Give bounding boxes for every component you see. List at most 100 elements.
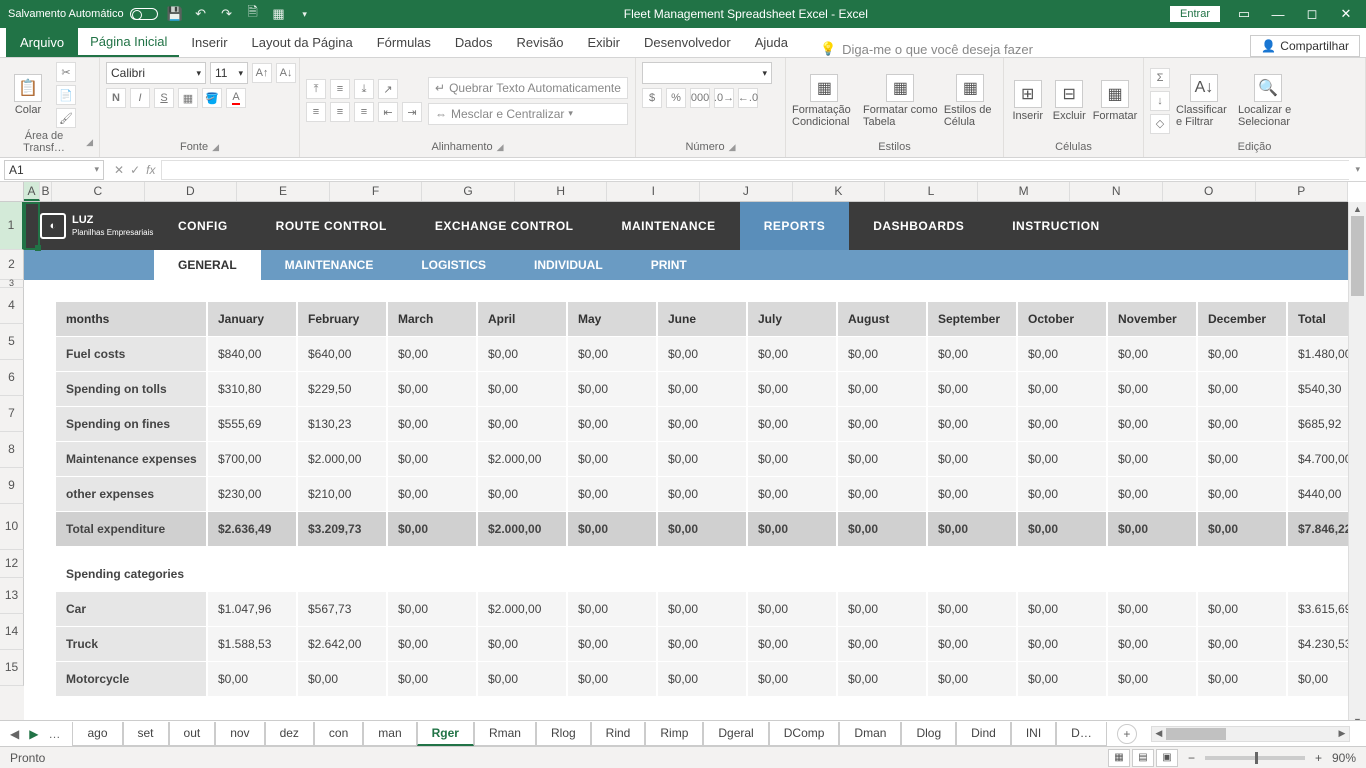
cell[interactable]: $0,00 (1108, 477, 1196, 512)
cell[interactable]: $0,00 (1198, 662, 1286, 697)
ribbon-tab-ajuda[interactable]: Ajuda (743, 28, 800, 57)
col-header-F[interactable]: F (330, 182, 423, 201)
sheet-tab-dind[interactable]: Dind (956, 722, 1011, 746)
col-header-P[interactable]: P (1256, 182, 1349, 201)
dialog-launcher-icon[interactable]: ◢ (497, 142, 504, 153)
confirm-formula-icon[interactable]: ✓ (130, 163, 140, 177)
sheet-tab-set[interactable]: set (123, 722, 169, 746)
cell[interactable]: $210,00 (298, 477, 386, 512)
cell[interactable]: $0,00 (1108, 592, 1196, 627)
cell[interactable]: $2.000,00 (478, 442, 566, 477)
app-nav-config[interactable]: CONFIG (154, 202, 252, 250)
cell[interactable]: $0,00 (658, 592, 746, 627)
percent-icon[interactable]: % (666, 88, 686, 108)
cell[interactable]: $4.230,53 (1288, 627, 1348, 662)
row-headers[interactable]: 1234567891012131415 (0, 202, 24, 728)
cell-styles-button[interactable]: ▦Estilos de Célula (944, 74, 997, 128)
formula-input[interactable] (161, 160, 1349, 180)
clear-icon[interactable]: ◇ (1150, 114, 1170, 134)
cell[interactable]: $0,00 (838, 337, 926, 372)
qat-icon-1[interactable]: 🗎 (244, 5, 262, 23)
cell[interactable]: $0,00 (658, 407, 746, 442)
cell[interactable]: $0,00 (928, 477, 1016, 512)
login-button[interactable]: Entrar (1170, 6, 1220, 22)
cell[interactable]: $310,80 (208, 372, 296, 407)
close-icon[interactable]: ✕ (1336, 4, 1356, 24)
cell[interactable]: $0,00 (748, 512, 836, 547)
row-header-5[interactable]: 5 (0, 324, 24, 360)
redo-icon[interactable]: ↷ (218, 5, 236, 23)
cell[interactable]: $0,00 (838, 477, 926, 512)
cell[interactable]: $0,00 (478, 407, 566, 442)
cell[interactable]: $0,00 (388, 442, 476, 477)
grid-content[interactable]: ◐ LUZPlanilhas Empresariais CONFIGROUTE … (24, 202, 1348, 728)
sub-tab-individual[interactable]: INDIVIDUAL (510, 250, 627, 280)
ribbon-tab-fórmulas[interactable]: Fórmulas (365, 28, 443, 57)
sheet-tab-dez[interactable]: dez (265, 722, 314, 746)
cell[interactable]: $130,23 (298, 407, 386, 442)
cell[interactable]: $840,00 (208, 337, 296, 372)
cell[interactable]: $0,00 (1108, 407, 1196, 442)
row-header-12[interactable]: 12 (0, 550, 24, 578)
share-button[interactable]: 👤 Compartilhar (1250, 35, 1360, 57)
autosum-icon[interactable]: Σ (1150, 68, 1170, 88)
sheet-tab-ago[interactable]: ago (72, 722, 122, 746)
row-header-6[interactable]: 6 (0, 360, 24, 396)
font-name-select[interactable]: Calibri▾ (106, 62, 206, 84)
cell[interactable]: $0,00 (1018, 592, 1106, 627)
grow-font-icon[interactable]: A↑ (252, 63, 272, 83)
cell[interactable]: $0,00 (748, 592, 836, 627)
cell[interactable]: $0,00 (1018, 627, 1106, 662)
align-top-icon[interactable]: ⤒ (306, 79, 326, 99)
cell[interactable]: $0,00 (1018, 512, 1106, 547)
decrease-indent-icon[interactable]: ⇤ (378, 102, 398, 122)
orientation-icon[interactable]: ↗ (378, 79, 398, 99)
col-header-I[interactable]: I (607, 182, 700, 201)
cell[interactable]: $0,00 (1108, 627, 1196, 662)
maximize-icon[interactable]: ◻ (1302, 4, 1322, 24)
col-header-N[interactable]: N (1070, 182, 1163, 201)
cell[interactable]: $0,00 (478, 372, 566, 407)
cell[interactable]: $0,00 (1198, 442, 1286, 477)
file-tab[interactable]: Arquivo (6, 28, 78, 57)
increase-indent-icon[interactable]: ⇥ (402, 102, 422, 122)
col-header-J[interactable]: J (700, 182, 793, 201)
sheet-tab-rger[interactable]: Rger (417, 722, 474, 746)
cell[interactable]: $0,00 (1018, 662, 1106, 697)
merge-center-button[interactable]: ⇔Mesclar e Centralizar▾ (428, 103, 628, 125)
minimize-icon[interactable]: — (1268, 4, 1288, 24)
sub-tab-logistics[interactable]: LOGISTICS (397, 250, 510, 280)
row-header-9[interactable]: 9 (0, 468, 24, 504)
format-as-table-button[interactable]: ▦Formatar como Tabela (863, 74, 938, 128)
cell[interactable]: $0,00 (568, 512, 656, 547)
name-box[interactable]: A1▾ (4, 160, 104, 180)
fx-icon[interactable]: fx (146, 163, 155, 177)
col-header-K[interactable]: K (793, 182, 886, 201)
cell[interactable]: $0,00 (478, 627, 566, 662)
add-sheet-button[interactable]: + (1117, 724, 1137, 744)
number-format-select[interactable]: ▾ (642, 62, 772, 84)
cell[interactable]: $0,00 (1108, 662, 1196, 697)
cell[interactable]: $0,00 (568, 407, 656, 442)
cell[interactable]: $0,00 (1108, 337, 1196, 372)
row-header-14[interactable]: 14 (0, 614, 24, 650)
cell[interactable]: $0,00 (568, 337, 656, 372)
cell[interactable]: $0,00 (568, 592, 656, 627)
cell[interactable]: $0,00 (928, 512, 1016, 547)
row-header-3[interactable]: 3 (0, 280, 24, 288)
cell[interactable]: $0,00 (388, 407, 476, 442)
cell[interactable]: $567,73 (298, 592, 386, 627)
cell[interactable]: $3.615,69 (1288, 592, 1348, 627)
cell[interactable]: $0,00 (838, 442, 926, 477)
ribbon-tab-revisão[interactable]: Revisão (505, 28, 576, 57)
conditional-formatting-button[interactable]: ▦Formatação Condicional (792, 74, 857, 128)
cell[interactable]: $0,00 (658, 372, 746, 407)
app-nav-maintenance[interactable]: MAINTENANCE (598, 202, 740, 250)
tell-me-search[interactable]: 💡 Diga-me o que você deseja fazer (820, 41, 1033, 57)
cell[interactable]: $0,00 (388, 592, 476, 627)
col-header-C[interactable]: C (52, 182, 145, 201)
cell[interactable]: $0,00 (1018, 442, 1106, 477)
cell[interactable]: $0,00 (748, 477, 836, 512)
bold-icon[interactable]: N (106, 88, 126, 108)
toggle-off-icon[interactable] (130, 8, 158, 20)
